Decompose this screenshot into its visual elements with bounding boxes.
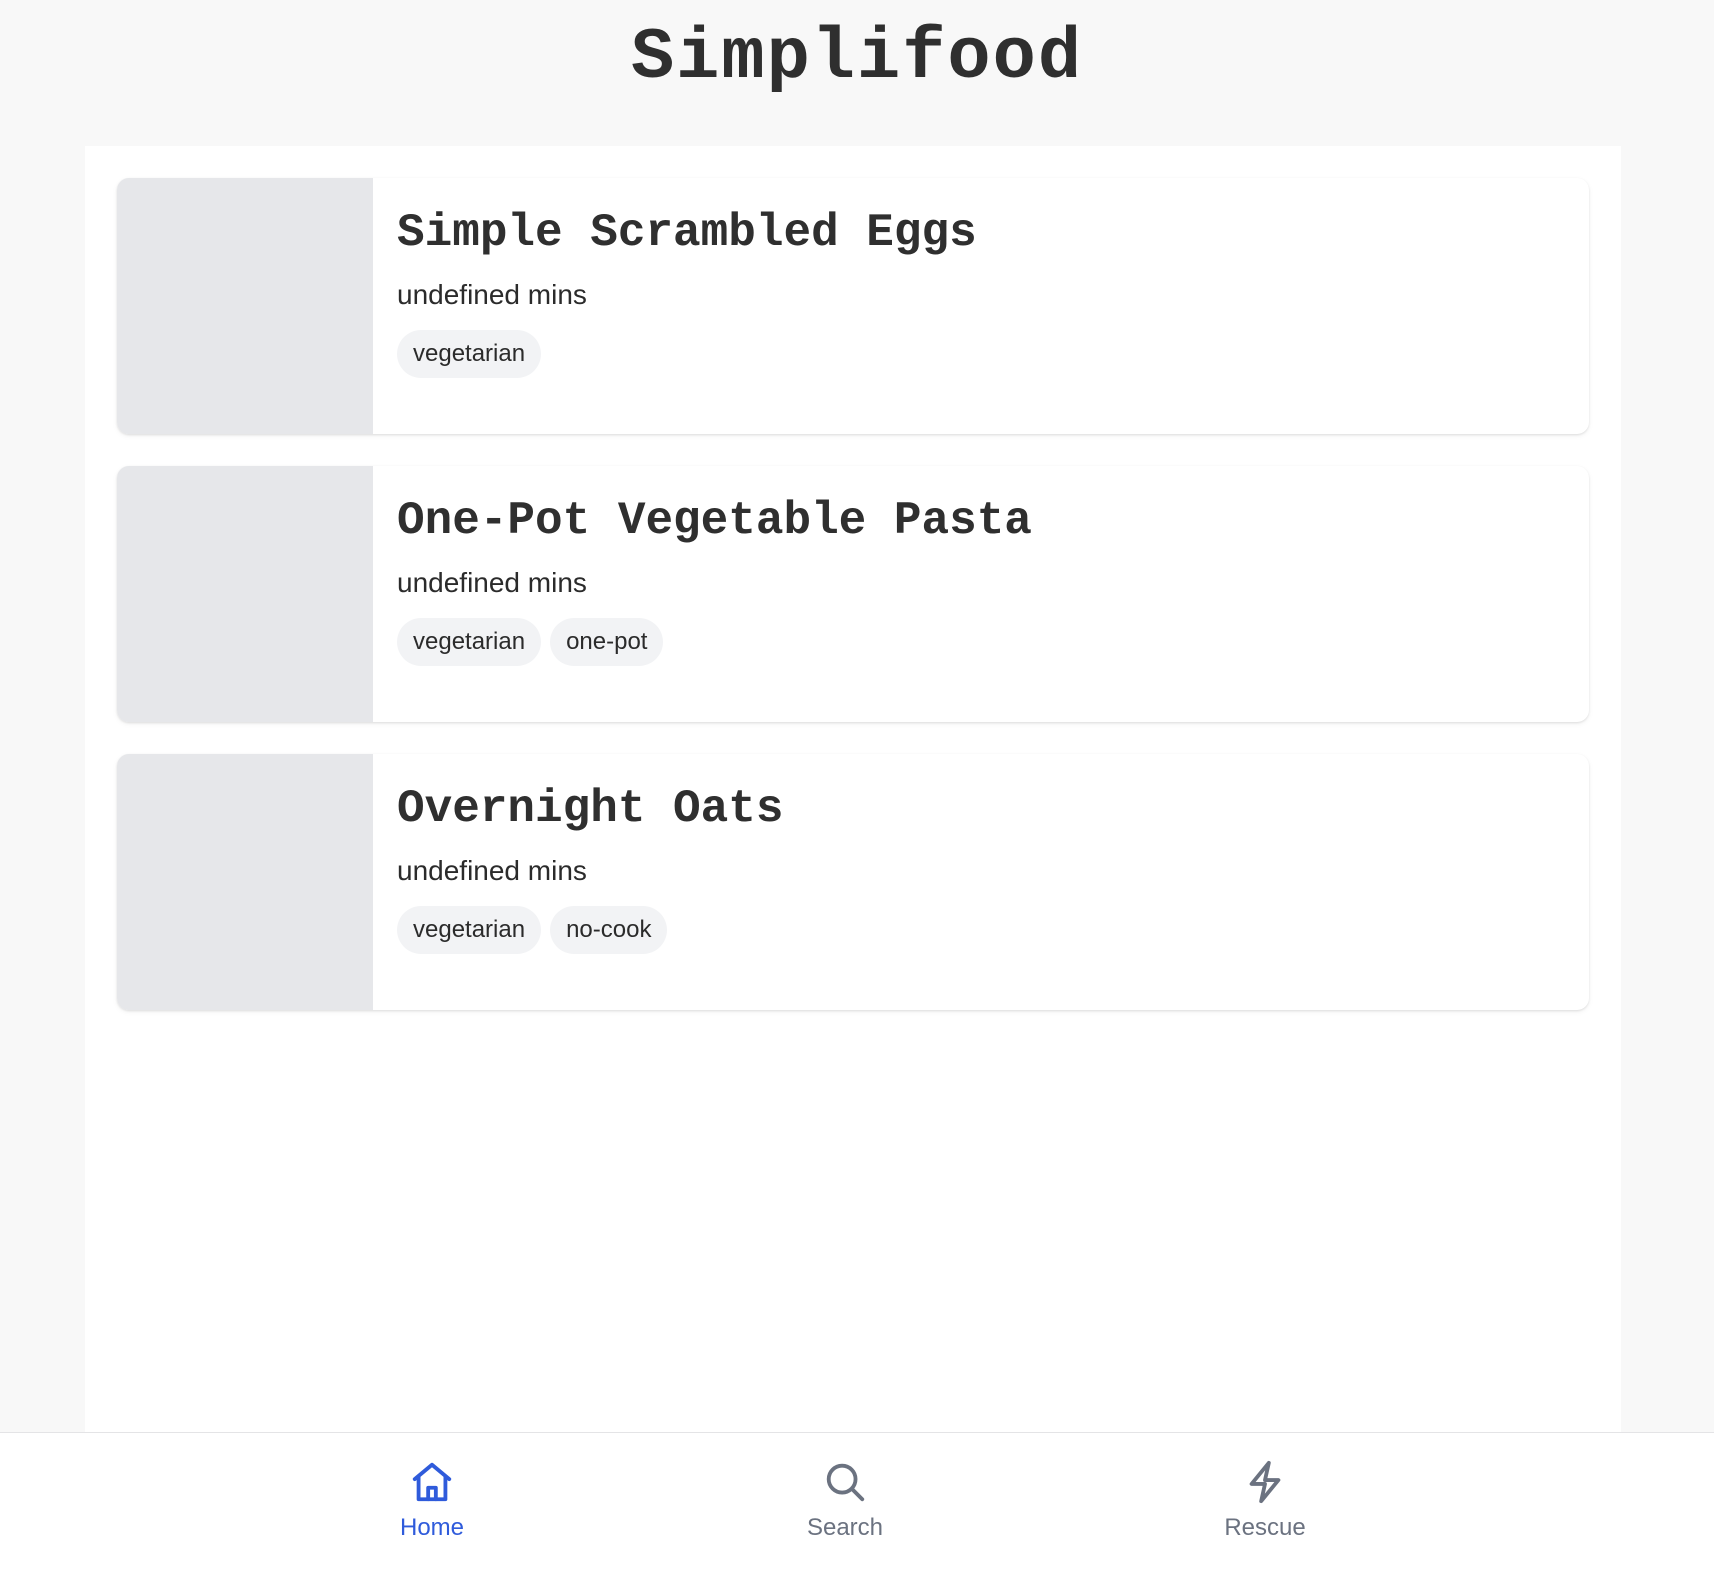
recipe-list: Simple Scrambled Eggs undefined mins veg… xyxy=(85,146,1621,1433)
recipe-image-placeholder xyxy=(117,754,373,1010)
bottom-nav: Home Search Rescue xyxy=(0,1432,1714,1569)
recipe-image-placeholder xyxy=(117,178,373,434)
recipe-time: undefined mins xyxy=(397,855,587,886)
nav-label-search: Search xyxy=(806,1514,884,1541)
recipe-title: One-Pot Vegetable Pasta xyxy=(397,495,1032,547)
home-icon xyxy=(412,1462,452,1502)
nav-item-search[interactable]: Search xyxy=(745,1459,945,1543)
recipe-time: undefined mins xyxy=(397,567,587,598)
tag-badge: vegetarian xyxy=(397,906,542,954)
app-title: Simplifood xyxy=(630,17,1084,99)
recipe-card[interactable]: Overnight Oats undefined mins vegetarian… xyxy=(117,754,1589,1010)
recipe-title: Simple Scrambled Eggs xyxy=(397,207,977,259)
recipe-card[interactable]: Simple Scrambled Eggs undefined mins veg… xyxy=(117,178,1589,434)
nav-item-rescue[interactable]: Rescue xyxy=(1165,1459,1365,1543)
tag-list: vegetarian one-pot xyxy=(397,618,1565,666)
recipe-time: undefined mins xyxy=(397,279,587,310)
tag-list: vegetarian xyxy=(397,330,1565,378)
recipe-image-placeholder xyxy=(117,466,373,722)
tag-badge: vegetarian xyxy=(397,618,542,666)
recipe-title: Overnight Oats xyxy=(397,783,784,835)
lightning-icon xyxy=(1249,1460,1281,1504)
tag-badge: no-cook xyxy=(550,906,668,954)
nav-item-home[interactable]: Home xyxy=(332,1459,532,1543)
tag-list: vegetarian no-cook xyxy=(397,906,1565,954)
nav-label-rescue: Rescue xyxy=(1224,1514,1306,1541)
recipe-details: One-Pot Vegetable Pasta undefined mins v… xyxy=(373,466,1589,722)
tag-badge: one-pot xyxy=(550,618,664,666)
recipe-card[interactable]: One-Pot Vegetable Pasta undefined mins v… xyxy=(117,466,1589,722)
tag-badge: vegetarian xyxy=(397,330,542,378)
recipe-details: Simple Scrambled Eggs undefined mins veg… xyxy=(373,178,1589,434)
recipe-details: Overnight Oats undefined mins vegetarian… xyxy=(373,754,1589,1010)
nav-label-home: Home xyxy=(399,1514,465,1541)
search-icon xyxy=(826,1463,865,1502)
